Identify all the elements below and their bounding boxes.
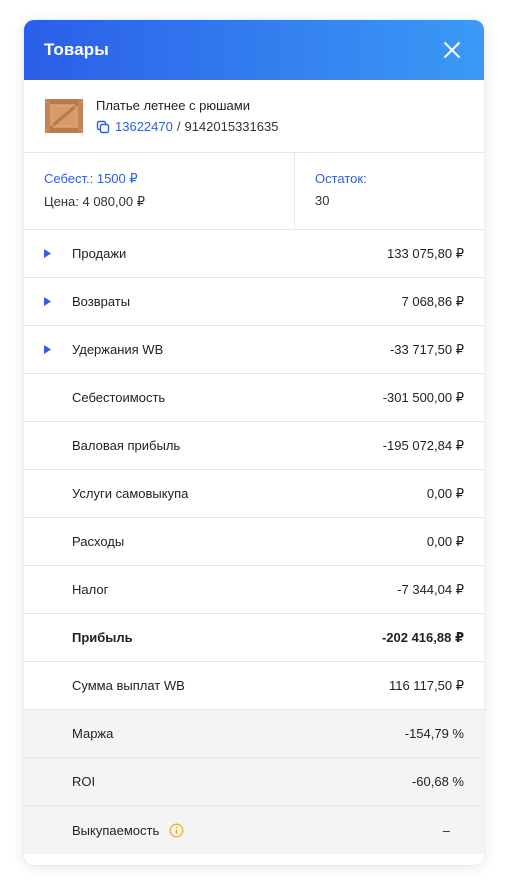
metric-label: ROI [72,774,96,789]
metric-row-profit: Прибыль -202 416,88 ₽ [24,614,484,662]
products-panel: Товары Платье летнее с рюшами 13622470 /… [24,20,484,865]
metric-value: 0,00 ₽ [426,485,464,501]
metric-row-expenses: Расходы 0,00 ₽ [24,518,484,566]
metric-value: 0,00 ₽ [426,533,464,549]
metric-row-returns[interactable]: Возвраты 7 068,86 ₽ [24,278,484,326]
article-link[interactable]: 13622470 [115,119,173,134]
product-name: Платье летнее с рюшами [96,98,250,113]
panel-header: Товары [24,20,484,80]
metric-value: 116 117,50 ₽ [388,677,464,693]
metric-value: -202 416,88 ₽ [381,629,464,645]
metric-row-wb-payouts: Сумма выплат WB 116 117,50 ₽ [24,662,484,710]
cost-price-link[interactable]: Себест.: 1500 ₽ [44,171,274,187]
barcode: 9142015331635 [184,119,279,134]
metric-label: Валовая прибыль [72,438,181,453]
product-identifiers: 13622470 / 9142015331635 [96,119,278,134]
stock-link[interactable]: Остаток: [315,171,464,186]
metric-label: Возвраты [72,294,131,309]
metric-value: – [442,822,450,838]
metric-label: Себестоимость [72,390,166,405]
metric-value: -33 717,50 ₽ [389,341,464,357]
metric-row-wb-deductions[interactable]: Удержания WB -33 717,50 ₽ [24,326,484,374]
metric-row-sales[interactable]: Продажи 133 075,80 ₽ [24,230,484,278]
metric-value: -154,79 % [404,726,464,741]
metric-label: Маржа [72,726,114,741]
metric-row-cost: Себестоимость -301 500,00 ₽ [24,374,484,422]
metric-label: Налог [72,582,109,597]
metric-value: -60,68 % [411,774,464,789]
metric-value: -301 500,00 ₽ [382,389,464,405]
metric-row-roi: ROI -60,68 % [24,758,484,806]
metric-row-buyout-rate: Выкупаемость – [24,806,484,854]
id-separator: / [176,119,181,134]
metric-row-gross-profit: Валовая прибыль -195 072,84 ₽ [24,422,484,470]
metric-label: Расходы [72,534,125,549]
stock-value: 30 [315,193,330,208]
info-row: Себест.: 1500 ₽ Цена: 4 080,00 ₽ Остаток… [24,153,484,230]
price-value: Цена: 4 080,00 ₽ [44,194,145,209]
metric-row-self-buyout: Услуги самовыкупа 0,00 ₽ [24,470,484,518]
metric-label: Сумма выплат WB [72,678,185,693]
metric-value: -7 344,04 ₽ [397,581,464,597]
stock-block: Остаток: 30 [295,153,484,229]
metric-label: Прибыль [72,630,133,645]
close-button[interactable] [440,38,464,62]
close-icon [444,42,460,58]
metric-value: 133 075,80 ₽ [387,245,464,261]
metric-label: Удержания WB [72,342,164,357]
triangle-right-icon[interactable] [42,249,52,259]
product-thumbnail [45,99,83,133]
metric-label: Услуги самовыкупа [72,486,189,501]
metric-row-tax: Налог -7 344,04 ₽ [24,566,484,614]
triangle-right-icon[interactable] [42,297,52,307]
metric-label: Продажи [72,246,127,261]
metric-row-margin: Маржа -154,79 % [24,710,484,758]
metrics-list: Продажи 133 075,80 ₽ Возвраты 7 068,86 ₽… [24,230,484,854]
metric-value: 7 068,86 ₽ [401,293,465,309]
cost-price-block: Себест.: 1500 ₽ Цена: 4 080,00 ₽ [24,153,295,229]
metric-label-text: Выкупаемость [72,822,160,838]
metric-value: -195 072,84 ₽ [382,437,464,453]
product-summary: Платье летнее с рюшами 13622470 / 914201… [24,80,484,153]
metric-label: Выкупаемость [72,823,443,838]
panel-title: Товары [44,40,109,59]
triangle-right-icon[interactable] [42,345,52,355]
copy-icon[interactable] [96,120,110,134]
info-icon[interactable] [169,823,184,838]
